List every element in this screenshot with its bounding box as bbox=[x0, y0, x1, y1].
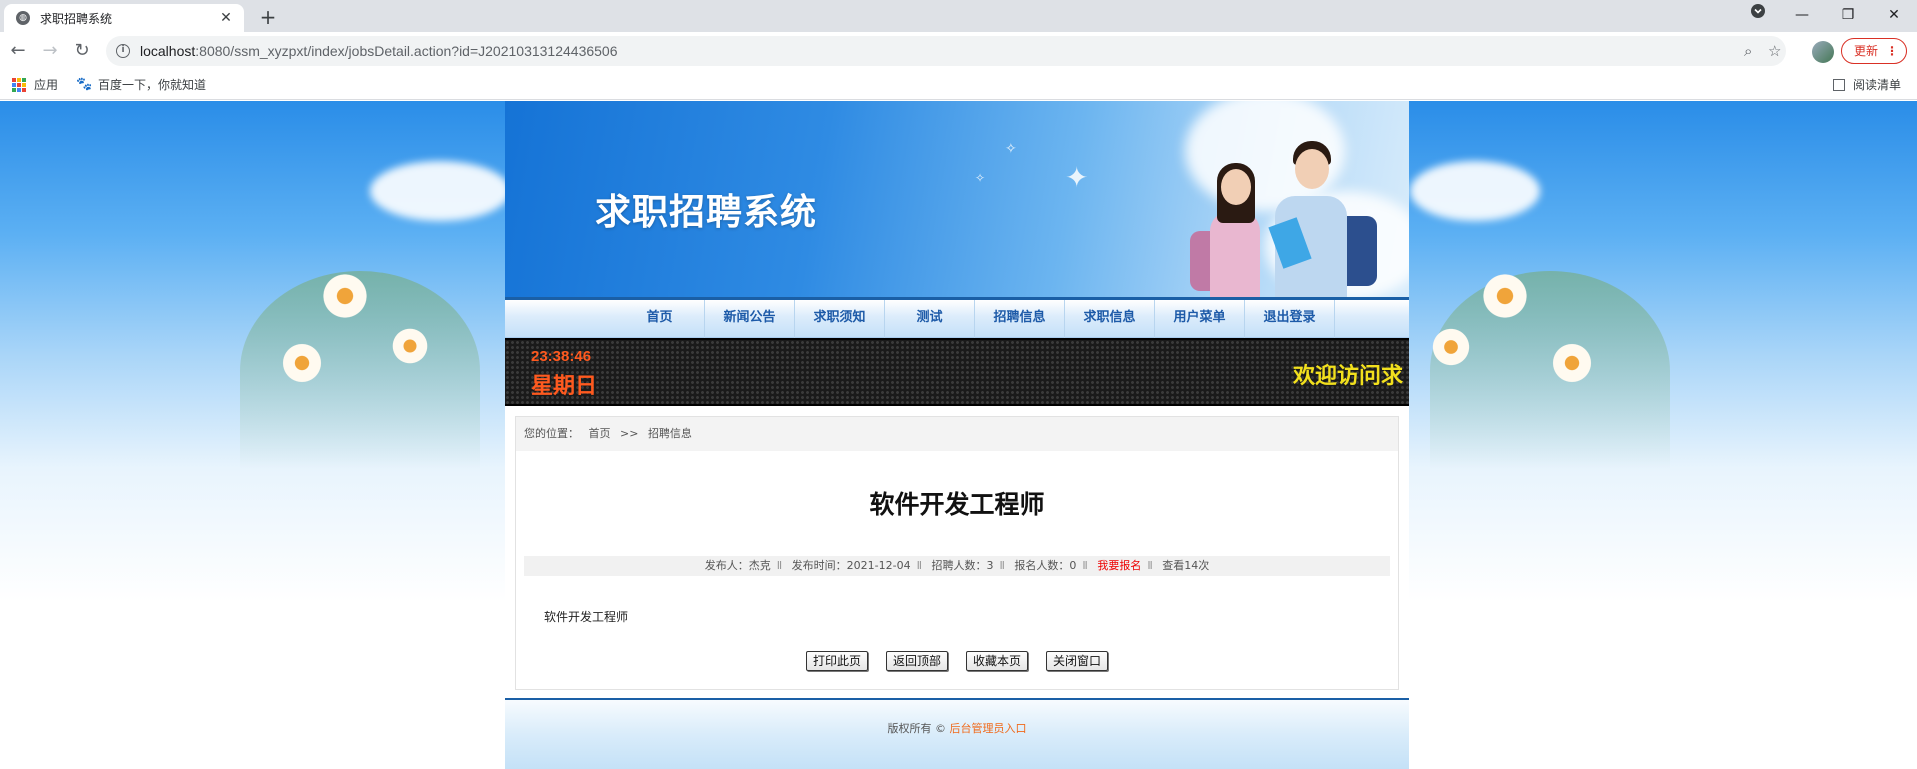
site-banner: ✦ ✧ ✧ 求职招聘系统 bbox=[505, 101, 1409, 297]
ticker-clock: 23:38:46 bbox=[531, 348, 592, 365]
ticker-weekday: 星期日 bbox=[531, 374, 598, 399]
info-icon[interactable]: i bbox=[116, 44, 130, 58]
admin-entry-link[interactable]: 后台管理员入口 bbox=[950, 722, 1027, 735]
browser-tab[interactable]: ◍ 求职招聘系统 ✕ bbox=[4, 4, 244, 32]
led-ticker: 23:38:46 星期日 欢迎访问求 bbox=[505, 338, 1409, 406]
main-nav: 首页 新闻公告 求职须知 测试 招聘信息 求职信息 用户菜单 退出登录 bbox=[505, 300, 1409, 338]
update-button[interactable]: 更新 ⋮ bbox=[1841, 38, 1907, 64]
bookmark-apps[interactable]: 应用 bbox=[12, 70, 58, 100]
breadcrumb-home[interactable]: 首页 bbox=[589, 427, 611, 440]
zoom-icon[interactable]: ⌕ bbox=[1744, 36, 1752, 66]
sparkle-icon: ✧ bbox=[975, 171, 986, 185]
ticker-marquee: 欢迎访问求 bbox=[1292, 364, 1403, 389]
more-menu-icon[interactable]: ⋮ bbox=[1886, 39, 1898, 63]
profile-avatar[interactable] bbox=[1812, 41, 1834, 63]
footer-copyright: 版权所有 © bbox=[887, 722, 950, 735]
breadcrumb: 您的位置： 首页 >> 招聘信息 bbox=[516, 417, 1398, 451]
meta-hire-count: 招聘人数：3 bbox=[931, 559, 994, 572]
meta-applicant-count: 报名人数：0 bbox=[1014, 559, 1077, 572]
baidu-paw-icon: 🐾 bbox=[76, 77, 93, 92]
reading-list-icon bbox=[1833, 79, 1845, 91]
bookmarks-bar: 应用 🐾 百度一下，你就知道 阅读清单 bbox=[0, 70, 1917, 100]
nav-news[interactable]: 新闻公告 bbox=[705, 300, 795, 338]
article-panel: 您的位置： 首页 >> 招聘信息 软件开发工程师 发布人：杰克 Ⅱ 发布时间：20… bbox=[515, 416, 1399, 690]
nav-recruitment[interactable]: 招聘信息 bbox=[975, 300, 1065, 338]
forward-icon[interactable]: → bbox=[36, 37, 64, 65]
nav-user-menu[interactable]: 用户菜单 bbox=[1155, 300, 1245, 338]
tab-search-icon[interactable] bbox=[1735, 0, 1781, 32]
site-title: 求职招聘系统 bbox=[595, 192, 818, 233]
browser-tabbar: ◍ 求职招聘系统 ✕ + — ❐ ✕ bbox=[0, 0, 1917, 32]
nav-test[interactable]: 测试 bbox=[885, 300, 975, 338]
meta-views: 查看14次 bbox=[1162, 559, 1210, 572]
new-tab-button[interactable]: + bbox=[254, 4, 282, 32]
meta-publisher: 发布人：杰克 bbox=[704, 559, 771, 572]
restore-icon[interactable]: ❐ bbox=[1825, 0, 1871, 32]
article-title: 软件开发工程师 bbox=[869, 490, 1045, 519]
minimize-icon[interactable]: — bbox=[1779, 0, 1825, 32]
browser-toolbar: ← → ↻ i localhost:8080/ssm_xyzpxt/index/… bbox=[0, 32, 1917, 70]
print-button[interactable]: 打印此页 bbox=[805, 651, 868, 671]
site-footer: 版权所有 © 后台管理员入口 bbox=[505, 698, 1409, 769]
breadcrumb-current[interactable]: 招聘信息 bbox=[648, 427, 692, 440]
meta-publish-time: 发布时间：2021-12-04 bbox=[791, 559, 911, 572]
tab-title: 求职招聘系统 bbox=[40, 11, 113, 26]
tab-close-icon[interactable]: ✕ bbox=[218, 10, 234, 26]
reading-list[interactable]: 阅读清单 bbox=[1833, 70, 1901, 100]
breadcrumb-prefix: 您的位置： bbox=[524, 427, 579, 440]
bookmark-baidu[interactable]: 🐾 百度一下，你就知道 bbox=[76, 70, 206, 100]
article-meta: 发布人：杰克 Ⅱ 发布时间：2021-12-04 Ⅱ 招聘人数：3 Ⅱ 报名人数：0 Ⅱ… bbox=[524, 556, 1390, 576]
apps-grid-icon bbox=[12, 78, 26, 92]
sparkle-icon: ✦ bbox=[1065, 161, 1089, 194]
bookmark-page-button[interactable]: 收藏本页 bbox=[966, 651, 1029, 671]
back-icon[interactable]: ← bbox=[4, 37, 32, 65]
globe-icon: ◍ bbox=[16, 11, 30, 25]
apply-link[interactable]: 我要报名 bbox=[1097, 559, 1141, 572]
bookmark-star-icon[interactable]: ☆ bbox=[1768, 36, 1781, 66]
back-to-top-button[interactable]: 返回顶部 bbox=[885, 651, 948, 671]
nav-job-seeking[interactable]: 求职信息 bbox=[1065, 300, 1155, 338]
close-window-button[interactable]: 关闭窗口 bbox=[1046, 651, 1109, 671]
page-background: ✦ ✧ ✧ 求职招聘系统 首页 新闻公告 求职须知 测试 招聘信息 求职信息 用… bbox=[0, 101, 1917, 769]
breadcrumb-separator: >> bbox=[620, 427, 639, 440]
article-actions: 打印此页 返回顶部 收藏本页 关闭窗口 bbox=[516, 651, 1398, 671]
nav-logout[interactable]: 退出登录 bbox=[1245, 300, 1335, 338]
nav-home[interactable]: 首页 bbox=[615, 300, 705, 338]
url-text: localhost:8080/ssm_xyzpxt/index/jobsDeta… bbox=[140, 43, 618, 59]
nav-job-guide[interactable]: 求职须知 bbox=[795, 300, 885, 338]
close-window-icon[interactable]: ✕ bbox=[1871, 0, 1917, 32]
reload-icon[interactable]: ↻ bbox=[68, 37, 96, 65]
article-body: 软件开发工程师 bbox=[544, 610, 629, 624]
address-bar[interactable]: i localhost:8080/ssm_xyzpxt/index/jobsDe… bbox=[106, 36, 1786, 66]
site-container: ✦ ✧ ✧ 求职招聘系统 首页 新闻公告 求职须知 测试 招聘信息 求职信息 用… bbox=[505, 101, 1409, 769]
sparkle-icon: ✧ bbox=[1005, 141, 1017, 157]
